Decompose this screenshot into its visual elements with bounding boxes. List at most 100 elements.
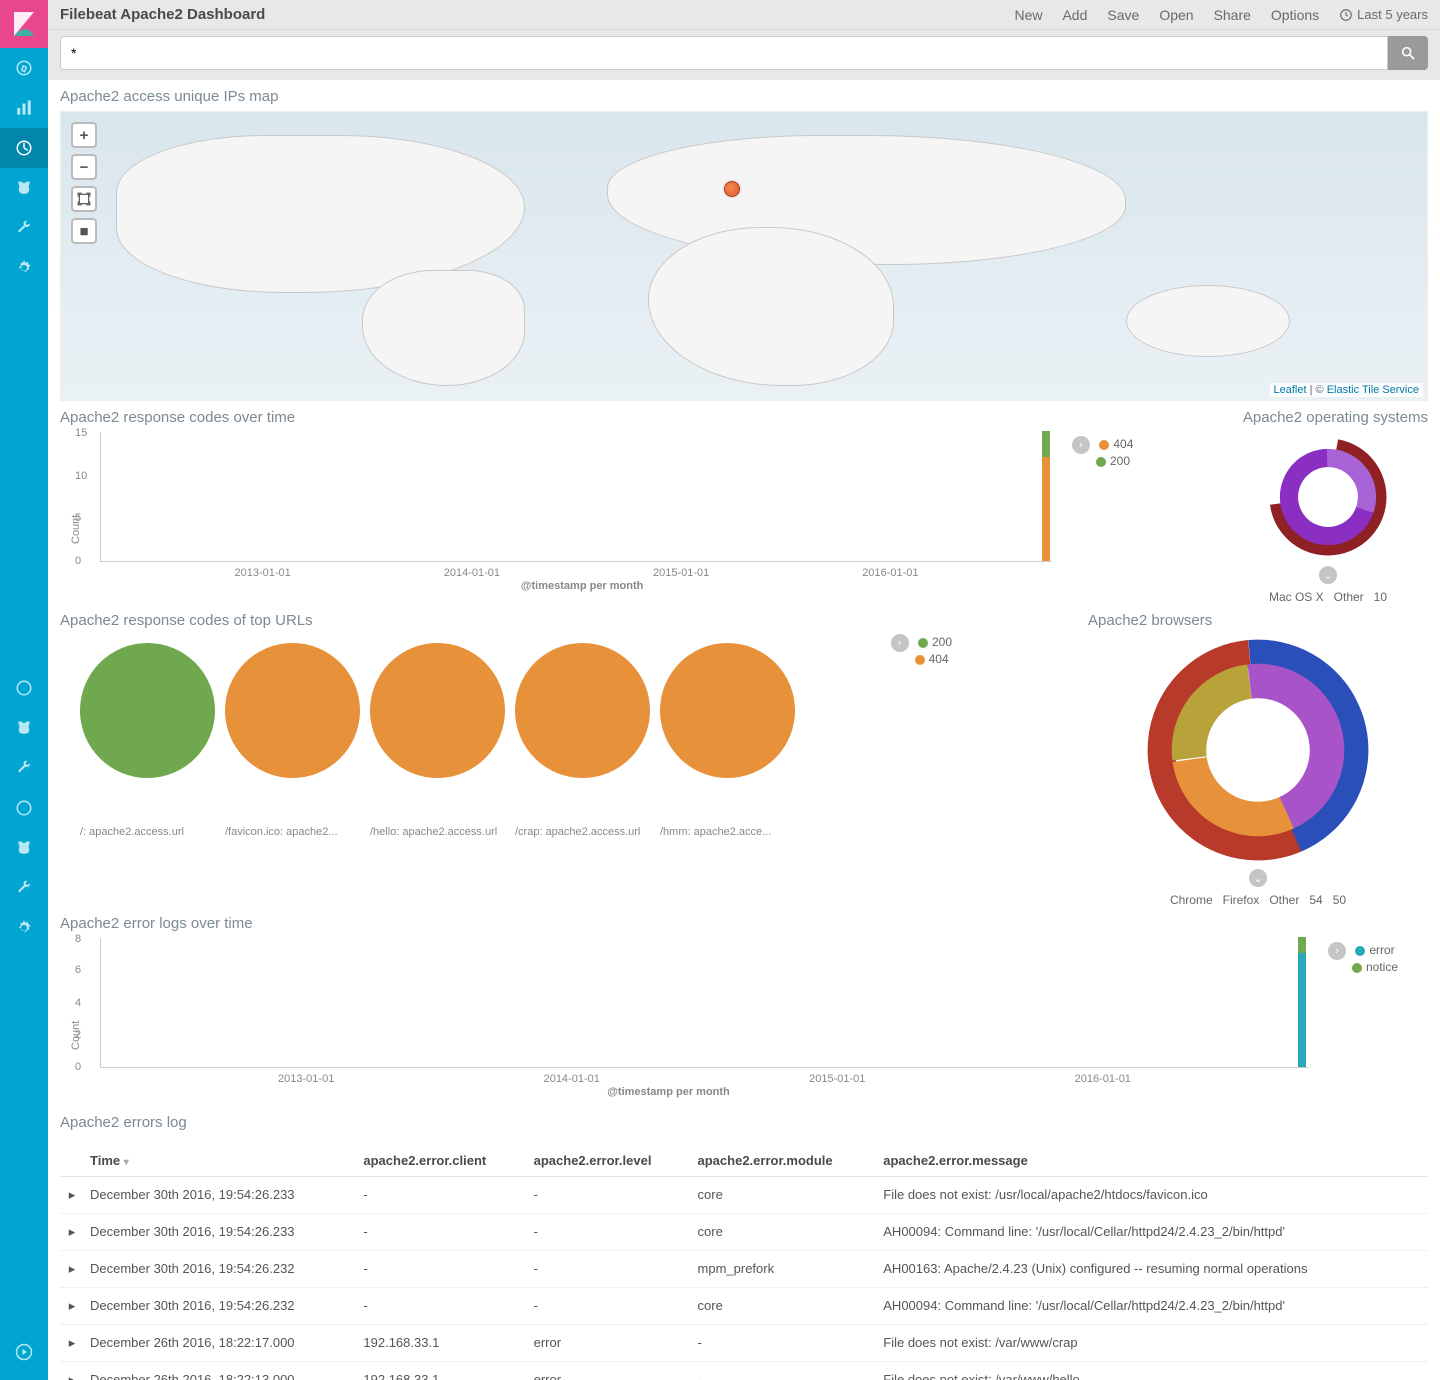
fit-bounds-button[interactable] <box>71 186 97 212</box>
error-time-plot: 0 2 4 6 8 2013-01-01 2014-01-01 2015-01-… <box>100 938 1308 1068</box>
map-panel[interactable]: + − ■ Leaflet | © Elastic Tile Service <box>60 111 1428 401</box>
col-client[interactable]: apache2.error.client <box>357 1145 527 1177</box>
map-panel-title: Apache2 access unique IPs map <box>60 80 1428 111</box>
url-pie-4[interactable] <box>660 643 795 778</box>
os-legend: Mac OS X Other 10 <box>1269 590 1387 604</box>
table-cell: December 30th 2016, 19:54:26.233 <box>84 1214 357 1251</box>
error-time-bar[interactable] <box>1298 937 1306 1067</box>
visualize-icon[interactable] <box>0 88 48 128</box>
sidebar-extra-3-icon[interactable] <box>0 748 48 788</box>
top-urls-legend: › 200 404 <box>891 634 952 666</box>
expand-row-icon[interactable]: ▸ <box>60 1362 84 1380</box>
devtools-icon[interactable] <box>0 208 48 248</box>
query-input[interactable] <box>60 36 1388 70</box>
share-link[interactable]: Share <box>1214 7 1251 23</box>
box-select-button[interactable]: ■ <box>71 218 97 244</box>
sidebar-extra-1-icon[interactable] <box>0 668 48 708</box>
response-time-xlabel: @timestamp per month <box>521 580 644 592</box>
sidebar-extra-7-icon[interactable] <box>0 908 48 948</box>
sidebar-extra-6-icon[interactable] <box>0 868 48 908</box>
topbar: Filebeat Apache2 Dashboard New Add Save … <box>48 0 1440 30</box>
new-link[interactable]: New <box>1014 7 1042 23</box>
table-cell: - <box>357 1214 527 1251</box>
open-link[interactable]: Open <box>1159 7 1193 23</box>
zoom-in-button[interactable]: + <box>71 122 97 148</box>
table-cell: - <box>692 1325 878 1362</box>
time-label: Last 5 years <box>1357 7 1428 22</box>
table-row: ▸December 30th 2016, 19:54:26.232--coreA… <box>60 1288 1428 1325</box>
management-icon[interactable] <box>0 248 48 288</box>
table-cell: - <box>357 1251 527 1288</box>
save-link[interactable]: Save <box>1107 7 1139 23</box>
table-cell: AH00094: Command line: '/usr/local/Cella… <box>877 1214 1428 1251</box>
table-cell: AH00094: Command line: '/usr/local/Cella… <box>877 1288 1428 1325</box>
table-cell: core <box>692 1214 878 1251</box>
table-cell: 192.168.33.1 <box>357 1362 527 1380</box>
sidebar-extra-2-icon[interactable] <box>0 708 48 748</box>
error-legend-toggle[interactable]: › <box>1328 942 1346 960</box>
expand-row-icon[interactable]: ▸ <box>60 1325 84 1362</box>
url-pie-1[interactable] <box>225 643 360 778</box>
table-cell: error <box>528 1325 692 1362</box>
expand-row-icon[interactable]: ▸ <box>60 1251 84 1288</box>
timelion-icon[interactable] <box>0 168 48 208</box>
sort-desc-icon: ▾ <box>124 1157 129 1168</box>
col-time[interactable]: Time ▾ <box>84 1145 357 1177</box>
sidebar-extra-4-icon[interactable] <box>0 788 48 828</box>
errors-table-title: Apache2 errors log <box>60 1106 1428 1137</box>
sidebar-extra-5-icon[interactable] <box>0 828 48 868</box>
time-picker[interactable]: Last 5 years <box>1339 7 1428 23</box>
os-legend-toggle[interactable]: ⌄ <box>1319 566 1337 584</box>
top-links: New Add Save Open Share Options Last 5 y… <box>1014 7 1428 23</box>
expand-row-icon[interactable]: ▸ <box>60 1177 84 1214</box>
error-time-xlabel: @timestamp per month <box>607 1086 730 1098</box>
options-link[interactable]: Options <box>1271 7 1319 23</box>
table-cell: December 30th 2016, 19:54:26.233 <box>84 1177 357 1214</box>
error-time-title: Apache2 error logs over time <box>60 907 1428 938</box>
table-cell: - <box>528 1288 692 1325</box>
url-pie-2[interactable] <box>370 643 505 778</box>
collapse-sidebar-icon[interactable] <box>0 1332 48 1372</box>
table-row: ▸December 30th 2016, 19:54:26.233--coreF… <box>60 1177 1428 1214</box>
search-button[interactable] <box>1388 36 1428 70</box>
map-marker[interactable] <box>724 181 740 197</box>
top-urls-legend-toggle[interactable]: › <box>891 634 909 652</box>
browsers-legend-toggle[interactable]: ⌄ <box>1249 869 1267 887</box>
expand-row-icon[interactable]: ▸ <box>60 1288 84 1325</box>
table-cell: December 30th 2016, 19:54:26.232 <box>84 1251 357 1288</box>
os-donut-svg[interactable] <box>1263 432 1393 562</box>
table-cell: AH00163: Apache/2.4.23 (Unix) configured… <box>877 1251 1428 1288</box>
table-row: ▸December 26th 2016, 18:22:17.000192.168… <box>60 1325 1428 1362</box>
table-cell: File does not exist: /usr/local/apache2/… <box>877 1177 1428 1214</box>
search-icon <box>1400 45 1416 61</box>
top-urls-title: Apache2 response codes of top URLs <box>60 604 1072 635</box>
table-cell: - <box>357 1177 527 1214</box>
response-time-plot: 0 5 10 15 2013-01-01 2014-01-01 2015-01-… <box>100 432 1052 562</box>
response-time-bar[interactable] <box>1042 431 1050 561</box>
url-pie-0[interactable] <box>80 643 215 778</box>
dashboard-icon[interactable] <box>0 128 48 168</box>
legend-toggle-icon[interactable]: › <box>1072 436 1090 454</box>
table-row: ▸December 30th 2016, 19:54:26.233--coreA… <box>60 1214 1428 1251</box>
response-time-legend: › 404 200 <box>1072 436 1212 468</box>
url-pie-3[interactable] <box>515 643 650 778</box>
add-link[interactable]: Add <box>1062 7 1087 23</box>
expand-row-icon[interactable]: ▸ <box>60 1214 84 1251</box>
response-time-chart: Count 0 5 10 15 2013-01-01 2014-01-01 20… <box>60 432 1212 592</box>
table-cell: December 26th 2016, 18:22:13.000 <box>84 1362 357 1380</box>
dashboard-title: Filebeat Apache2 Dashboard <box>60 6 265 23</box>
table-cell: December 30th 2016, 19:54:26.232 <box>84 1288 357 1325</box>
table-row: ▸December 26th 2016, 18:22:13.000192.168… <box>60 1362 1428 1380</box>
tile-service-link[interactable]: Elastic Tile Service <box>1327 384 1419 396</box>
browsers-legend: Chrome Firefox Other 54 50 <box>1170 893 1346 907</box>
zoom-out-button[interactable]: − <box>71 154 97 180</box>
col-level[interactable]: apache2.error.level <box>528 1145 692 1177</box>
discover-icon[interactable] <box>0 48 48 88</box>
browsers-donut-svg[interactable] <box>1143 635 1373 865</box>
col-module[interactable]: apache2.error.module <box>692 1145 878 1177</box>
browsers-title: Apache2 browsers <box>1088 604 1428 635</box>
table-row: ▸December 30th 2016, 19:54:26.232--mpm_p… <box>60 1251 1428 1288</box>
col-message[interactable]: apache2.error.message <box>877 1145 1428 1177</box>
leaflet-link[interactable]: Leaflet <box>1274 384 1307 396</box>
kibana-logo[interactable] <box>0 0 48 48</box>
